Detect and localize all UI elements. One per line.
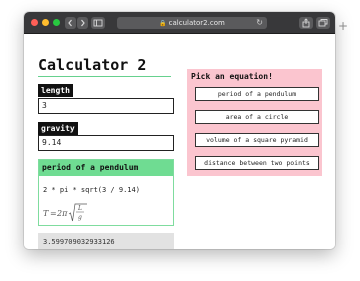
formula-card: period of a pendulum 2 * pi * sqrt(3 / 9… <box>38 159 174 226</box>
reload-icon[interactable]: ↻ <box>256 17 263 29</box>
length-input[interactable]: 3 <box>38 98 174 114</box>
equation-option-pyramid-volume[interactable]: volume of a square pyramid <box>195 133 319 147</box>
formula-math-numerator: L <box>77 205 82 212</box>
equation-option-pendulum[interactable]: period of a pendulum <box>195 87 319 101</box>
formula-math-denominator: g <box>78 214 82 221</box>
zoom-window-button[interactable] <box>53 19 60 26</box>
page-content: Calculator 2 length 3 gravity 9.14 perio… <box>24 34 335 249</box>
chevron-left-icon <box>68 19 72 27</box>
desktop-backdrop: 🔒 calculator2.com ↻ Calculator 2 length … <box>0 0 360 281</box>
lock-icon: 🔒 <box>159 20 167 27</box>
share-button[interactable] <box>299 17 313 29</box>
back-button[interactable] <box>65 17 76 29</box>
address-bar-url: calculator2.com <box>168 19 225 27</box>
tabs-icon <box>318 19 328 27</box>
chevron-right-icon <box>81 19 85 27</box>
browser-titlebar: 🔒 calculator2.com ↻ <box>24 12 335 34</box>
tab-overview-button[interactable] <box>316 17 330 29</box>
formula-title: period of a pendulum <box>39 160 173 176</box>
equation-option-circle-area[interactable]: area of a circle <box>195 110 319 124</box>
result-output: 3.599709032933126 <box>38 233 174 249</box>
picker-title: Pick an equation! <box>191 72 273 81</box>
new-tab-button[interactable]: + <box>337 20 349 32</box>
forward-button[interactable] <box>77 17 88 29</box>
sidebar-icon <box>93 19 103 27</box>
page-title: Calculator 2 <box>38 56 147 74</box>
formula-math-coef: 2π <box>56 209 68 218</box>
equation-option-point-distance[interactable]: distance between two points <box>195 156 319 170</box>
close-window-button[interactable] <box>31 19 38 26</box>
sidebar-toggle-button[interactable] <box>91 17 105 29</box>
minimize-window-button[interactable] <box>42 19 49 26</box>
gravity-label: gravity <box>38 122 78 135</box>
address-bar[interactable]: 🔒 calculator2.com ↻ <box>117 17 267 29</box>
share-icon <box>302 18 310 28</box>
length-label: length <box>38 84 73 97</box>
equation-picker: Pick an equation! period of a pendulum a… <box>187 69 322 176</box>
formula-math-render: T = 2π L g <box>43 203 87 222</box>
formula-math-eq: = <box>50 209 57 218</box>
formula-expression: 2 * pi * sqrt(3 / 9.14) <box>43 186 140 194</box>
title-underline <box>38 76 171 77</box>
formula-math-lhs: T <box>43 209 49 218</box>
browser-window: 🔒 calculator2.com ↻ Calculator 2 length … <box>24 12 335 249</box>
gravity-input[interactable]: 9.14 <box>38 135 174 151</box>
